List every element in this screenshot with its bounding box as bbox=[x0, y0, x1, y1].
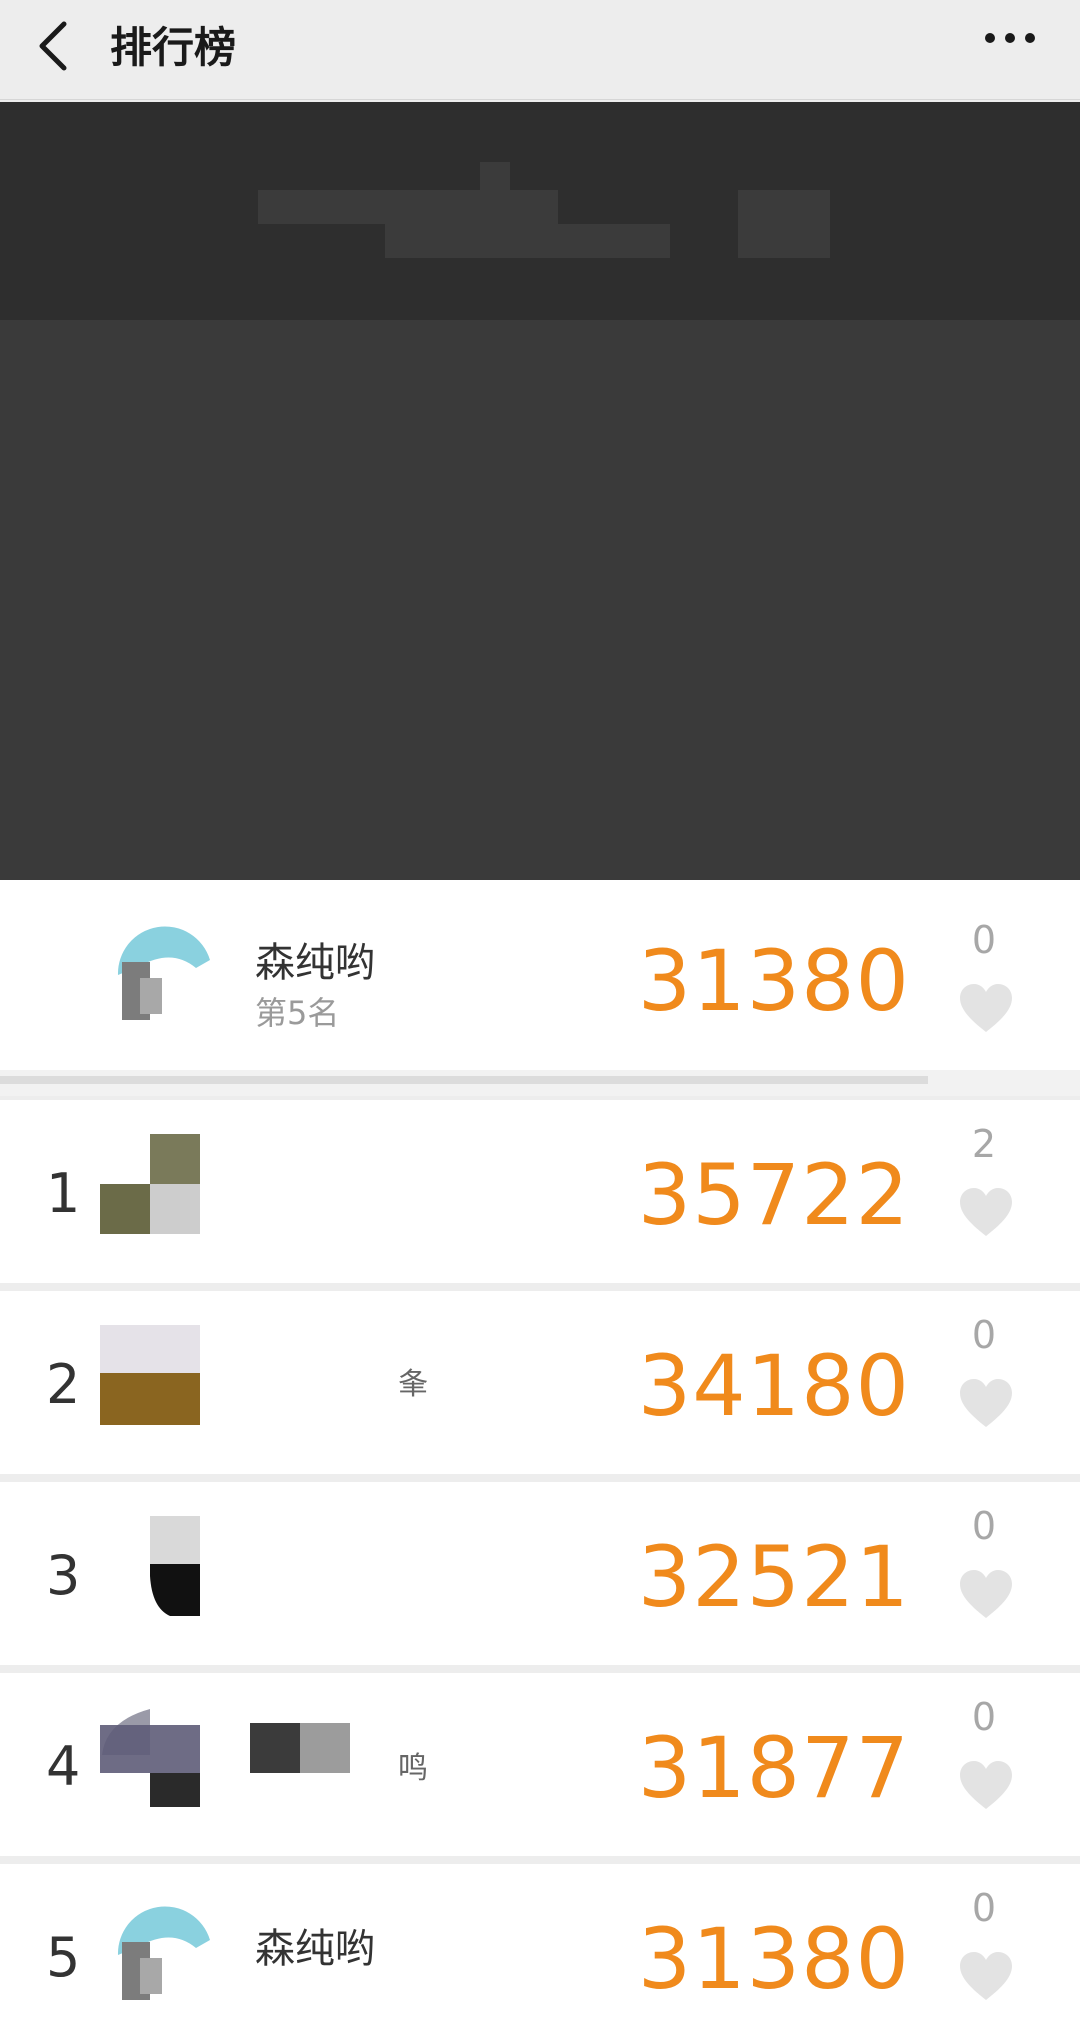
score: 31380 bbox=[637, 1910, 910, 2008]
list-item[interactable]: 5 森纯哟 31380 0 bbox=[0, 1864, 1080, 2030]
like-count: 2 bbox=[971, 1122, 997, 1166]
heart-icon[interactable] bbox=[958, 1568, 1014, 1620]
banner-blur-block bbox=[258, 190, 558, 224]
like-count: 0 bbox=[971, 918, 997, 962]
rank-number: 4 bbox=[46, 1735, 81, 1798]
banner-blur-block bbox=[385, 224, 670, 258]
avatar[interactable] bbox=[100, 1134, 200, 1234]
heart-icon[interactable] bbox=[958, 1950, 1014, 2002]
my-rank-card[interactable]: 森纯哟 第5名 31380 0 bbox=[0, 880, 1080, 1070]
player-name: 森纯哟 bbox=[255, 1926, 375, 1972]
list-item[interactable]: 3 32521 0 bbox=[0, 1482, 1080, 1665]
like-count: 0 bbox=[971, 1695, 997, 1739]
list-item[interactable]: 4 鸣 31877 0 bbox=[0, 1673, 1080, 1856]
separator bbox=[0, 1070, 1080, 1096]
more-dots-icon[interactable] bbox=[980, 18, 1040, 58]
my-score: 31380 bbox=[637, 932, 910, 1030]
heart-icon[interactable] bbox=[958, 982, 1014, 1034]
banner bbox=[0, 102, 1080, 880]
like-count: 0 bbox=[971, 1886, 997, 1930]
score: 34180 bbox=[637, 1337, 910, 1435]
banner-blur-block bbox=[480, 162, 510, 192]
avatar[interactable] bbox=[110, 1900, 220, 2010]
avatar[interactable] bbox=[100, 1325, 200, 1425]
like-count: 0 bbox=[971, 1313, 997, 1357]
score: 35722 bbox=[637, 1146, 910, 1244]
score: 32521 bbox=[637, 1528, 910, 1626]
chevron-left-icon[interactable] bbox=[30, 16, 80, 76]
heart-icon[interactable] bbox=[958, 1377, 1014, 1429]
my-name: 森纯哟 bbox=[255, 940, 375, 986]
rank-number: 2 bbox=[46, 1353, 81, 1416]
heart-icon[interactable] bbox=[958, 1759, 1014, 1811]
avatar[interactable] bbox=[110, 920, 220, 1030]
list-item[interactable]: 1 35722 2 bbox=[0, 1100, 1080, 1283]
name-block bbox=[250, 1723, 350, 1773]
rank-number: 3 bbox=[46, 1544, 81, 1607]
banner-blur-block bbox=[738, 190, 830, 258]
avatar[interactable] bbox=[100, 1516, 200, 1616]
list-item[interactable]: 2 夆 34180 0 bbox=[0, 1291, 1080, 1474]
page-title: 排行榜 bbox=[110, 23, 237, 72]
name-fragment: 鸣 bbox=[398, 1751, 428, 1786]
like-count: 0 bbox=[971, 1504, 997, 1548]
score: 31877 bbox=[637, 1719, 910, 1817]
heart-icon[interactable] bbox=[958, 1186, 1014, 1238]
avatar[interactable] bbox=[100, 1707, 200, 1807]
name-fragment: 夆 bbox=[398, 1367, 428, 1402]
nav-bar: 排行榜 bbox=[0, 0, 1080, 100]
my-rank-text: 第5名 bbox=[255, 994, 340, 1032]
rank-number: 1 bbox=[46, 1162, 81, 1225]
rank-number: 5 bbox=[46, 1926, 81, 1989]
